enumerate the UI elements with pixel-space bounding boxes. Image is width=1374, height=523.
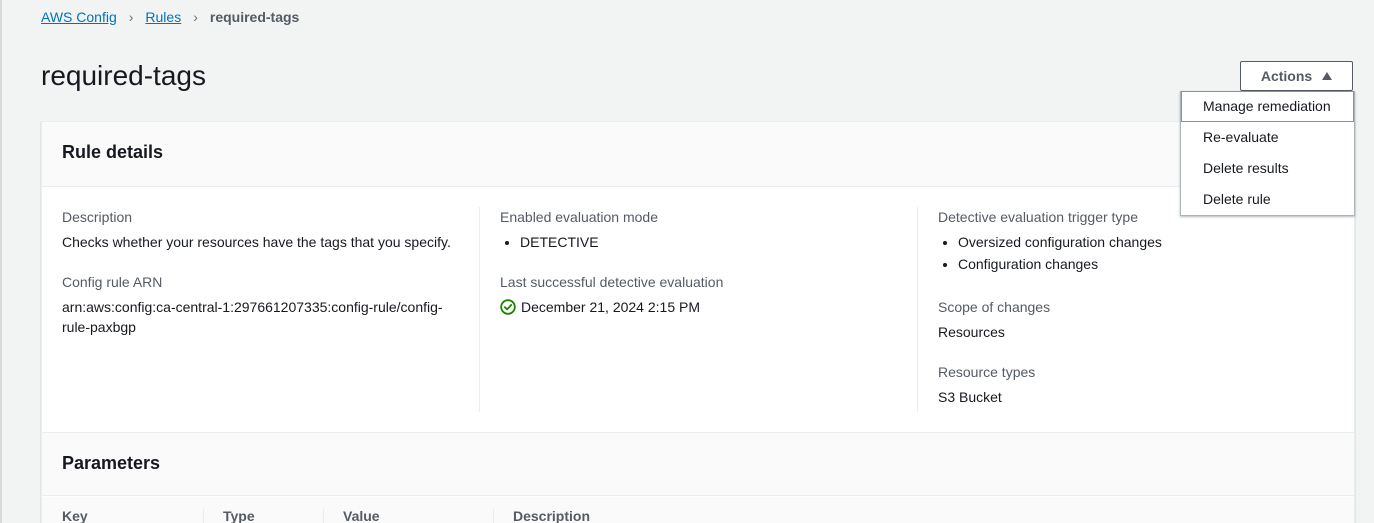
menu-item-delete-rule[interactable]: Delete rule — [1181, 184, 1354, 215]
actions-button-label: Actions — [1260, 68, 1313, 84]
details-column-3: Detective evaluation trigger type Oversi… — [938, 207, 1338, 427]
breadcrumb-aws-config-link[interactable]: AWS Config — [41, 9, 117, 25]
trigger-type-item: Configuration changes — [958, 252, 1338, 277]
description-label: Description — [62, 209, 133, 225]
scope-value: Resources — [938, 324, 1005, 340]
description-value: Checks whether your resources have the t… — [62, 234, 451, 250]
breadcrumb-rules-link[interactable]: Rules — [145, 9, 181, 25]
last-eval-status: December 21, 2024 2:15 PM — [500, 297, 918, 317]
resource-types-value: S3 Bucket — [938, 389, 1002, 405]
column-header-value[interactable]: Value — [343, 508, 380, 523]
resource-types-label: Resource types — [938, 364, 1036, 380]
breadcrumb-current: required-tags — [209, 9, 300, 25]
caret-up-icon — [1322, 72, 1333, 80]
arn-label: Config rule ARN — [62, 274, 163, 290]
rule-details-body: Description Checks whether your resource… — [42, 187, 1354, 432]
column-header-key[interactable]: Key — [62, 508, 88, 523]
actions-menu: Manage remediation Re-evaluate Delete re… — [1180, 91, 1355, 216]
last-eval-value: December 21, 2024 2:15 PM — [521, 299, 700, 315]
trigger-type-item: Oversized configuration changes — [958, 232, 1338, 252]
rule-details-header: Rule details — [42, 122, 1354, 187]
column-divider — [493, 509, 494, 523]
breadcrumb: AWS Config › Rules › required-tags — [41, 7, 299, 27]
details-column-2: Enabled evaluation mode DETECTIVE Last s… — [500, 207, 918, 337]
column-divider — [479, 207, 480, 412]
parameters-header: Parameters — [42, 432, 1354, 496]
column-header-description[interactable]: Description — [513, 508, 590, 523]
actions-button[interactable]: Actions — [1240, 61, 1353, 91]
trigger-type-list: Oversized configuration changes Configur… — [938, 232, 1338, 277]
column-divider — [323, 509, 324, 523]
last-eval-label: Last successful detective evaluation — [500, 274, 724, 290]
menu-item-manage-remediation[interactable]: Manage remediation — [1181, 91, 1354, 122]
details-column-1: Description Checks whether your resource… — [62, 207, 480, 357]
arn-value-line2: rule-paxbgp — [62, 319, 136, 335]
eval-mode-item: DETECTIVE — [520, 232, 918, 252]
chevron-right-icon: › — [128, 9, 134, 25]
eval-mode-label: Enabled evaluation mode — [500, 209, 659, 225]
menu-item-delete-results[interactable]: Delete results — [1181, 153, 1354, 184]
menu-item-re-evaluate[interactable]: Re-evaluate — [1181, 122, 1354, 153]
success-check-icon — [500, 299, 516, 315]
column-header-type[interactable]: Type — [223, 508, 255, 523]
parameters-table-header: Key Type Value Description — [42, 497, 1354, 523]
rule-details-panel: Rule details Description Checks whether … — [41, 121, 1355, 523]
column-divider — [917, 207, 918, 412]
arn-value-line1: arn:aws:config:ca-central-1:297661207335… — [62, 299, 443, 315]
chevron-right-icon: › — [193, 9, 198, 25]
column-divider — [203, 509, 204, 523]
arn-value: arn:aws:config:ca-central-1:297661207335… — [62, 297, 480, 337]
eval-mode-list: DETECTIVE — [500, 232, 918, 252]
page-title: required-tags — [41, 60, 206, 91]
scope-label: Scope of changes — [938, 299, 1051, 315]
